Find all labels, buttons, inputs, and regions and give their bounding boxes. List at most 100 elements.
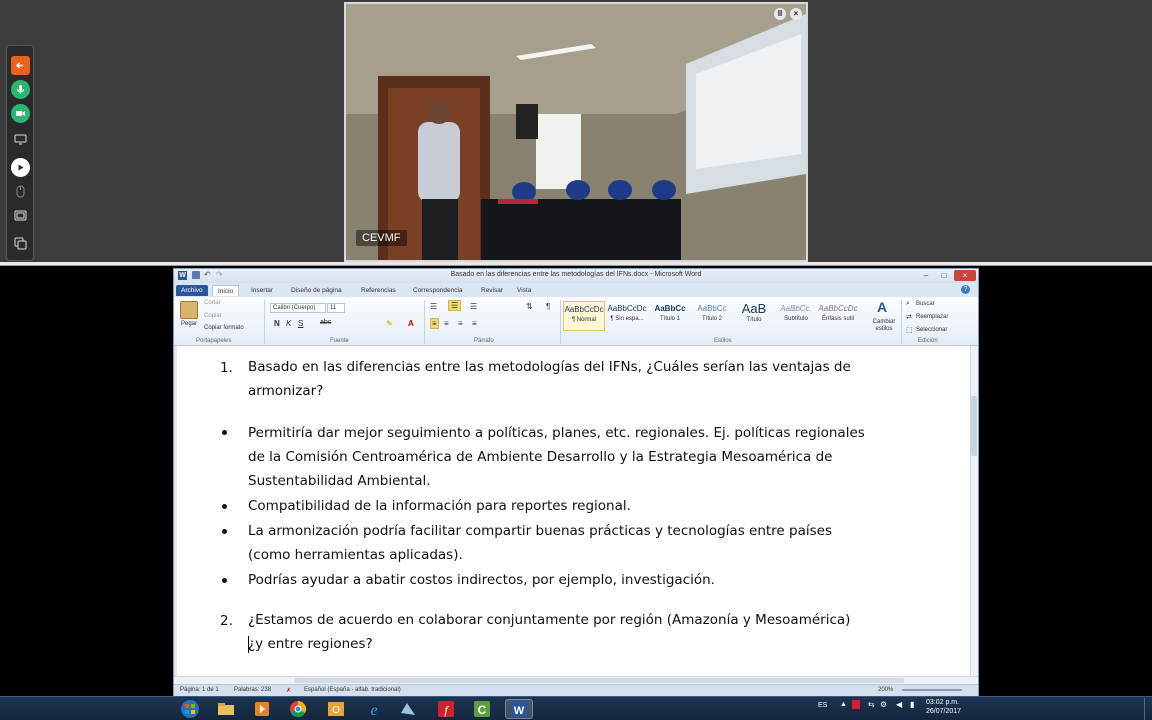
tab-references[interactable]: Referencias [356, 285, 401, 296]
word-taskbar-icon[interactable]: W [505, 699, 533, 719]
svg-text:W: W [514, 705, 525, 717]
change-styles-icon[interactable]: A [877, 299, 887, 315]
strikethrough-icon[interactable]: abc [320, 319, 331, 326]
language-indicator[interactable]: Español (España - alfab. tradicional) [304, 687, 401, 693]
tray-settings-icon[interactable]: ⚙ [880, 700, 887, 709]
tray-app-icon[interactable] [852, 700, 860, 709]
screen-share-icon[interactable] [11, 130, 30, 149]
copy-button[interactable]: Copiar [204, 313, 222, 319]
help-icon[interactable]: ? [961, 285, 970, 294]
paste-button[interactable]: Pegar [181, 321, 197, 327]
align-center-icon[interactable]: ≡ [444, 319, 449, 328]
style-title[interactable]: AaB Título [733, 301, 775, 331]
select-icon: ⬚ [906, 327, 913, 334]
media-player-icon[interactable] [250, 699, 274, 719]
show-desktop-button[interactable] [1144, 698, 1152, 720]
window-title: Basado en las diferencias entre las meto… [450, 271, 702, 278]
document-canvas[interactable]: 1. Basado en las diferencias entre las m… [174, 346, 978, 676]
signal-icon[interactable]: ▮ [910, 700, 914, 709]
tab-mailings[interactable]: Correspondencia [408, 285, 468, 296]
justify-icon[interactable]: ≡ [472, 319, 477, 328]
camtasia-icon[interactable]: C [470, 699, 494, 719]
style-no-spacing[interactable]: AaBbCcDc ¶ Sin espa... [606, 301, 648, 331]
tab-home[interactable]: Inicio [212, 285, 240, 296]
close-icon[interactable]: × [790, 8, 802, 20]
tab-insert[interactable]: Insertar [246, 285, 278, 296]
minimize-button[interactable]: – [918, 270, 934, 281]
numbering-icon[interactable]: ☰ [448, 300, 462, 311]
clock-time[interactable]: 03:02 p.m. [926, 699, 959, 706]
app-icon[interactable] [396, 699, 420, 719]
style-normal[interactable]: AaBbCcDc ¶ Normal [563, 301, 605, 331]
doc-line: ¿y entre regiones? [248, 636, 373, 652]
format-painter-button[interactable]: Copiar formato [204, 325, 244, 331]
highlight-icon[interactable]: ✎ [386, 319, 393, 328]
scroll-thumb[interactable] [971, 396, 977, 456]
tab-review[interactable]: Revisar [476, 285, 508, 296]
find-button[interactable]: Buscar [916, 301, 935, 307]
vertical-scrollbar[interactable] [970, 346, 978, 676]
font-color-icon[interactable]: A [408, 319, 414, 328]
horizontal-scrollbar[interactable] [174, 676, 978, 684]
page-count[interactable]: Página: 1 de 1 [180, 687, 219, 693]
clock-date[interactable]: 26/07/2017 [926, 708, 961, 715]
tray-arrow-icon[interactable]: ▲ [840, 701, 847, 708]
style-heading-2[interactable]: AaBbCc Título 2 [691, 301, 733, 331]
start-button[interactable] [178, 699, 202, 719]
tab-view[interactable]: Vista [512, 285, 536, 296]
play-icon[interactable] [11, 158, 30, 177]
tab-file[interactable]: Archivo [176, 285, 208, 296]
scroll-thumb[interactable] [294, 678, 904, 683]
align-right-icon[interactable]: ≡ [458, 319, 463, 328]
flash-icon[interactable]: f [434, 699, 458, 719]
change-styles-button[interactable]: Cambiar estilos [870, 319, 898, 333]
doc-line: armonizar? [248, 383, 324, 399]
cut-button[interactable]: Cortar [204, 300, 221, 306]
italic-icon[interactable]: K [286, 319, 291, 328]
microphone-icon[interactable] [11, 80, 30, 99]
clipboard-group-label: Portapapeles [196, 338, 232, 344]
mouse-icon[interactable] [11, 182, 30, 201]
style-subtle-emphasis[interactable]: AaBbCcDc Énfasis sutil [817, 301, 859, 331]
tray-network-icon[interactable]: ⇆ [868, 700, 875, 709]
file-explorer-icon[interactable] [214, 699, 238, 719]
pause-icon[interactable]: II [774, 8, 786, 20]
volume-icon[interactable]: ◀ [896, 700, 902, 709]
paste-icon[interactable] [180, 301, 198, 319]
presenter-scene-image [346, 4, 806, 260]
layers-icon[interactable] [11, 234, 30, 253]
style-heading-1[interactable]: AaBbCc Título 1 [649, 301, 691, 331]
style-subtitle[interactable]: AaBbCc. Subtítulo [775, 301, 817, 331]
paragraph-mark-icon[interactable]: ¶ [546, 302, 550, 311]
underline-icon[interactable]: S [298, 319, 303, 328]
multilevel-list-icon[interactable]: ☰ [470, 302, 477, 311]
outlook-icon[interactable]: O [324, 699, 348, 719]
sort-icon[interactable]: ⇅ [526, 302, 533, 311]
camera-icon[interactable] [11, 104, 30, 123]
font-name-select[interactable]: Calibri (Cuerpo) [270, 303, 326, 313]
ribbon-separator [264, 300, 265, 344]
zoom-slider[interactable] [902, 689, 962, 691]
close-window-button[interactable]: × [954, 270, 976, 281]
panel-divider[interactable] [0, 262, 1152, 266]
chrome-icon[interactable] [286, 699, 310, 719]
leave-icon[interactable] [11, 56, 30, 75]
styles-group-label: Estilos [714, 338, 732, 344]
select-button[interactable]: Seleccionar [916, 327, 947, 333]
window-icon[interactable] [11, 206, 30, 225]
internet-explorer-icon[interactable]: e [362, 699, 386, 719]
title-bar: W ↶ ↷ Basado en las diferencias entre la… [174, 269, 978, 283]
zoom-level[interactable]: 200% [878, 687, 893, 693]
align-left-icon[interactable]: ≡ [430, 318, 439, 329]
word-count[interactable]: Palabras: 238 [234, 687, 271, 693]
maximize-button[interactable]: □ [936, 270, 952, 281]
font-size-select[interactable]: 11 [327, 303, 345, 313]
ribbon: Pegar Cortar Copiar Copiar formato Porta… [174, 297, 978, 346]
tab-page-layout[interactable]: Diseño de página [286, 285, 347, 296]
bullets-icon[interactable]: ☰ [430, 302, 437, 311]
doc-line: Basado en las diferencias entre las meto… [248, 359, 851, 375]
bold-icon[interactable]: N [274, 319, 280, 328]
proofing-icon[interactable]: ✗ [286, 687, 291, 694]
input-language[interactable]: ES [818, 702, 827, 709]
replace-button[interactable]: Reemplazar [916, 314, 948, 320]
